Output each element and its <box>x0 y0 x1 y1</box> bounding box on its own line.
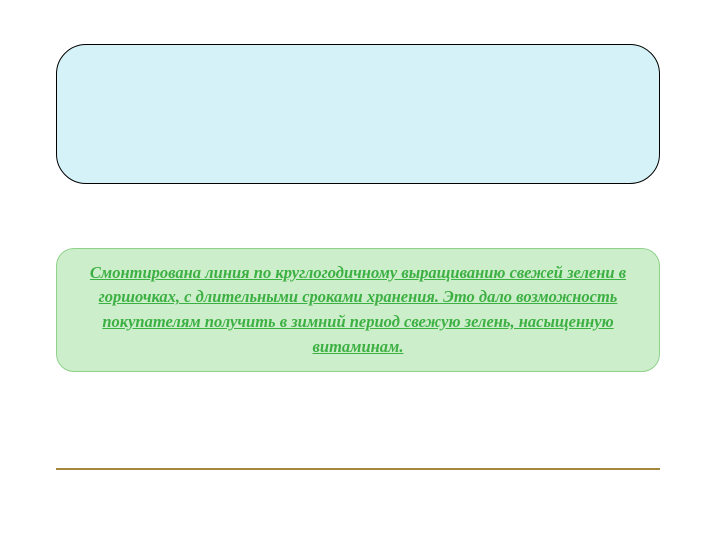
bottom-callout-box: Смонтирована линия по круглогодичному вы… <box>56 248 660 372</box>
top-callout-box <box>56 44 660 184</box>
slide: Смонтирована линия по круглогодичному вы… <box>0 0 720 540</box>
bottom-callout-text: Смонтирована линия по круглогодичному вы… <box>75 261 641 360</box>
horizontal-rule <box>56 468 660 470</box>
